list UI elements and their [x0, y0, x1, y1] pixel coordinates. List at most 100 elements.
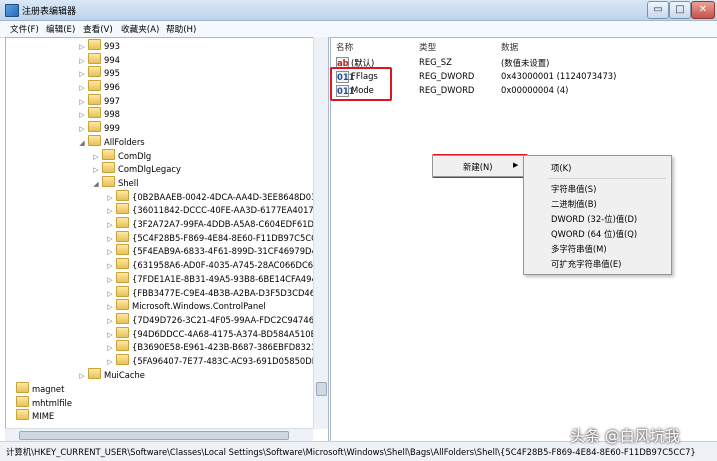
- scroll-thumb[interactable]: [316, 382, 327, 396]
- tree-item-muicache[interactable]: ▷ MuiCache: [78, 368, 145, 381]
- folder-icon: [88, 39, 101, 50]
- folder-icon: [116, 313, 129, 324]
- folder-icon: [116, 244, 129, 255]
- highlight-box-values: [330, 67, 392, 101]
- menu-item-key[interactable]: 项(K): [551, 162, 571, 174]
- tree-item[interactable]: ▷ {631958A6-AD0F-4035-A745-28AC066DC6ED}: [106, 258, 328, 271]
- value-type: REG_DWORD: [419, 85, 475, 95]
- folder-icon: [116, 272, 129, 283]
- tree-horizontal-scrollbar[interactable]: [5, 428, 313, 441]
- tree-item[interactable]: ▷ {B3690E58-E961-423B-B687-386EBFD83239}: [106, 340, 327, 353]
- folder-icon: [102, 162, 115, 173]
- folder-icon: [16, 382, 29, 393]
- menu-item-binary[interactable]: 二进制值(B): [551, 198, 597, 210]
- tree-item[interactable]: ▷ {0B2BAAEB-0042-4DCA-AA4D-3EE8648D03E5}: [106, 190, 328, 203]
- status-path: 计算机\HKEY_CURRENT_USER\Software\Classes\L…: [6, 447, 696, 457]
- tree-item[interactable]: mhtmlfile: [6, 396, 72, 409]
- tree-item[interactable]: ▷ 997: [78, 94, 120, 107]
- folder-icon: [116, 299, 129, 310]
- menu-item-expandable-string[interactable]: 可扩充字符串值(E): [551, 258, 621, 270]
- menu-item-multi-string[interactable]: 多字符串值(M): [551, 243, 607, 255]
- tree-item[interactable]: ▷ {7FDE1A1E-8B31-49A5-93B8-6BE14CFA4943}: [106, 272, 327, 285]
- value-data: 0x00000004 (4): [501, 85, 569, 95]
- title-bar: 注册表编辑器 ▭ □ ✕: [0, 0, 717, 21]
- maximize-button[interactable]: □: [669, 1, 691, 19]
- menu-favorites[interactable]: 收藏夹(A): [121, 23, 159, 35]
- registry-tree[interactable]: ▷ 993 ▷ 994 ▷ 995 ▷ 996 ▷ 997 ▷ 998 ▷ 999 ◢ AllF…: [5, 37, 329, 443]
- folder-icon: [116, 203, 129, 214]
- folder-icon: [116, 340, 129, 351]
- folder-icon: [88, 66, 101, 77]
- expand-arrow-icon[interactable]: ▷: [78, 370, 86, 383]
- tree-item[interactable]: ▷ {36011842-DCCC-40FE-AA3D-6177EA401788}: [106, 203, 328, 216]
- tree-item[interactable]: ▷ Microsoft.Windows.ControlPanel: [106, 299, 266, 312]
- menu-item-qword[interactable]: QWORD (64 位)值(Q): [551, 228, 637, 240]
- folder-icon: [16, 409, 29, 420]
- folder-icon: [116, 190, 129, 201]
- collapse-arrow-icon[interactable]: ◢: [92, 178, 100, 191]
- menu-item-dword[interactable]: DWORD (32-位)值(D): [551, 213, 637, 225]
- tree-item[interactable]: ▷ 999: [78, 121, 120, 134]
- tree-item[interactable]: ▷ 998: [78, 107, 120, 120]
- folder-icon: [116, 258, 129, 269]
- tree-item-comdlg[interactable]: ▷ ComDlg: [92, 149, 151, 162]
- menu-item-string[interactable]: 字符串值(S): [551, 183, 596, 195]
- tree-item[interactable]: ▷ {5FA96407-7E77-483C-AC93-691D05850DE8}: [106, 354, 328, 367]
- close-button[interactable]: ✕: [691, 1, 715, 19]
- folder-open-icon: [102, 176, 115, 187]
- tree-item[interactable]: ▷ {FBB3477E-C9E4-4B3B-A2BA-D3F5D3CD46F9}: [106, 286, 328, 299]
- folder-icon: [116, 231, 129, 242]
- folder-icon: [116, 286, 129, 297]
- folder-icon: [116, 354, 129, 365]
- menu-file[interactable]: 文件(F): [10, 23, 39, 35]
- tree-item[interactable]: magnet: [6, 382, 64, 395]
- folder-icon: [88, 368, 101, 379]
- folder-icon: [116, 217, 129, 228]
- tree-item[interactable]: ▷ 994: [78, 53, 120, 66]
- scroll-thumb[interactable]: [19, 431, 289, 440]
- column-header-type[interactable]: 类型: [419, 41, 436, 53]
- menu-item-new[interactable]: 新建(N): [463, 161, 493, 173]
- folder-open-icon: [88, 135, 101, 146]
- menu-edit[interactable]: 编辑(E): [46, 23, 75, 35]
- folder-icon: [116, 327, 129, 338]
- tree-item[interactable]: ▷ {3F2A72A7-99FA-4DDB-A5A8-C604EDF61D6B}: [106, 217, 328, 230]
- tree-vertical-scrollbar[interactable]: [313, 37, 328, 429]
- minimize-button[interactable]: ▭: [647, 1, 669, 19]
- tree-item[interactable]: ▷ 996: [78, 80, 120, 93]
- tree-item[interactable]: MIME: [6, 409, 54, 422]
- tree-item-shell[interactable]: ◢ Shell: [92, 176, 138, 189]
- window-title: 注册表编辑器: [22, 7, 77, 17]
- tree-item[interactable]: ▷ {5F4EAB9A-6833-4F61-899D-31CF46979D49}: [106, 244, 327, 257]
- menu-view[interactable]: 查看(V): [83, 23, 113, 35]
- value-data: (数值未设置): [501, 58, 550, 68]
- new-submenu: 项(K) 字符串值(S) 二进制值(B) DWORD (32-位)值(D) QW…: [523, 155, 672, 275]
- tree-item[interactable]: ▷ {94D6DDCC-4A68-4175-A374-BD584A510B78}: [106, 327, 328, 340]
- value-type: REG_SZ: [419, 57, 452, 67]
- tree-item[interactable]: ▷ {7D49D726-3C21-4F05-99AA-FDC2C9474656}: [106, 313, 328, 326]
- menu-separator: [548, 178, 666, 179]
- regedit-app-icon: [5, 4, 19, 17]
- tree-item-comdlglegacy[interactable]: ▷ ComDlgLegacy: [92, 162, 181, 175]
- folder-icon: [88, 94, 101, 105]
- folder-icon: [88, 80, 101, 91]
- value-data: 0x43000001 (1124073473): [501, 71, 617, 81]
- folder-icon: [88, 53, 101, 64]
- tree-item-allfolders[interactable]: ◢ AllFolders: [78, 135, 145, 148]
- folder-icon: [102, 149, 115, 160]
- column-header-name[interactable]: 名称: [336, 41, 353, 53]
- value-type: REG_DWORD: [419, 71, 475, 81]
- menu-help[interactable]: 帮助(H): [166, 23, 196, 35]
- tree-item-selected[interactable]: ▷ {5C4F28B5-F869-4E84-8E60-F11DB97C5CC7}: [106, 231, 328, 244]
- folder-icon: [88, 121, 101, 132]
- column-header-data[interactable]: 数据: [501, 41, 518, 53]
- submenu-arrow-icon: ▶: [513, 161, 519, 169]
- watermark: 头条 @白风坑我: [570, 427, 680, 445]
- tree-item[interactable]: ▷ 995: [78, 66, 120, 79]
- folder-icon: [88, 107, 101, 118]
- folder-icon: [16, 396, 29, 407]
- menu-bar: 文件(F) 编辑(E) 查看(V) 收藏夹(A) 帮助(H): [0, 21, 717, 38]
- context-menu: 新建(N) ▶: [432, 155, 526, 177]
- tree-item[interactable]: ▷ 993: [78, 39, 120, 52]
- collapse-arrow-icon[interactable]: ◢: [78, 137, 86, 150]
